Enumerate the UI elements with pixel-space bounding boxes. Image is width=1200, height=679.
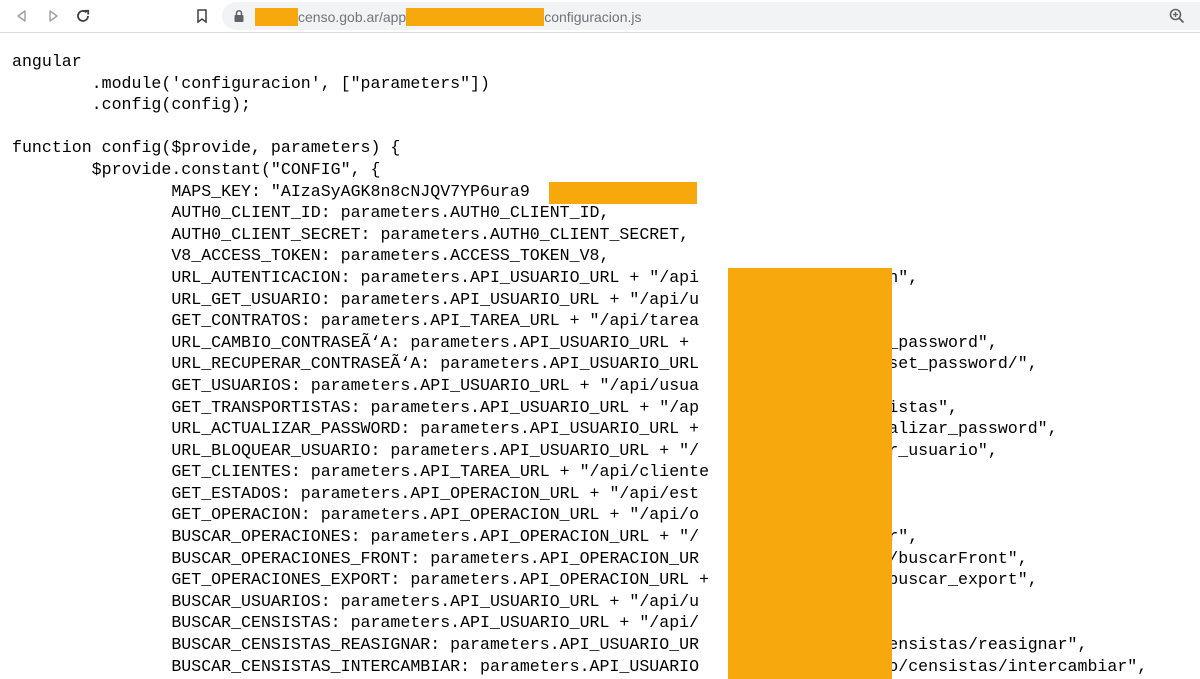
code-line: .module('configuracion', ["parameters"]) xyxy=(12,73,490,93)
url-redaction xyxy=(406,8,545,26)
reload-button[interactable] xyxy=(72,5,94,27)
code-line: V8_ACCESS_TOKEN: parameters.ACCESS_TOKEN… xyxy=(12,246,610,266)
code-line: $provide.constant("CONFIG", { xyxy=(12,159,381,179)
source-code: angular .module('configuracion', ["param… xyxy=(12,51,1192,677)
code-line: URL_CAMBIO_CONTRASEÃ‘A: parameters.API_U… xyxy=(12,332,998,352)
forward-button[interactable] xyxy=(42,5,64,27)
code-line: URL_ACTUALIZAR_PASSWORD: parameters.API_… xyxy=(12,419,1058,439)
code-line: URL_BLOQUEAR_USUARIO: parameters.API_USU… xyxy=(12,440,998,460)
redaction-block xyxy=(728,268,892,679)
code-line: GET_TRANSPORTISTAS: parameters.API_USUAR… xyxy=(12,397,958,417)
code-line: angular xyxy=(12,52,82,71)
code-line: GET_CONTRATOS: parameters.API_TAREA_URL … xyxy=(12,311,700,331)
code-line: BUSCAR_CENSISTAS_INTERCAMBIAR: parameter… xyxy=(12,656,1148,676)
arrow-right-icon xyxy=(49,10,58,22)
source-code-view[interactable]: angular .module('configuracion', ["param… xyxy=(12,51,1192,679)
code-line: BUSCAR_CENSISTAS: parameters.API_USUARIO… xyxy=(12,613,889,633)
url-domain: censo.gob.ar/app xyxy=(298,9,407,25)
code-line: BUSCAR_OPERACIONES_FRONT: parameters.API… xyxy=(12,548,1028,568)
code-line: BUSCAR_USUARIOS: parameters.API_USUARIO_… xyxy=(12,591,700,611)
bookmark-button[interactable] xyxy=(191,5,213,27)
code-line: URL_GET_USUARIO: parameters.API_USUARIO_… xyxy=(12,289,700,309)
code-line: BUSCAR_OPERACIONES: parameters.API_OPERA… xyxy=(12,527,919,547)
code-line: GET_USUARIOS: parameters.API_USUARIO_URL… xyxy=(12,375,700,395)
code-line: BUSCAR_CENSISTAS_REASIGNAR: parameters.A… xyxy=(12,635,1088,655)
bookmark-icon xyxy=(197,9,207,23)
lock-icon xyxy=(234,9,244,22)
url-text[interactable]: censo.gob.ar/app configuracion.js xyxy=(255,8,641,26)
back-button[interactable] xyxy=(11,5,33,27)
code-line: GET_CLIENTES: parameters.API_TAREA_URL +… xyxy=(12,462,710,482)
code-line: URL_AUTENTICACION: parameters.API_USUARI… xyxy=(12,267,919,287)
url-redaction xyxy=(255,8,298,26)
code-line: AUTH0_CLIENT_SECRET: parameters.AUTH0_CL… xyxy=(12,224,690,244)
browser-toolbar: censo.gob.ar/app configuracion.js xyxy=(0,0,1200,33)
code-line: function config($provide, parameters) { xyxy=(12,138,401,158)
url-file: configuracion.js xyxy=(544,9,642,25)
code-line: URL_RECUPERAR_CONTRASEÃ‘A: parameters.AP… xyxy=(12,354,1038,374)
code-line: AUTH0_CLIENT_ID: parameters.AUTH0_CLIENT… xyxy=(12,203,610,223)
code-line: GET_OPERACIONES_EXPORT: parameters.API_O… xyxy=(12,570,1038,590)
redaction-block xyxy=(549,182,697,204)
arrow-left-icon xyxy=(17,10,26,22)
address-bar[interactable]: censo.gob.ar/app configuracion.js xyxy=(222,2,1200,30)
zoom-in-icon[interactable] xyxy=(1168,7,1186,25)
reload-icon xyxy=(77,9,90,22)
code-line: GET_ESTADOS: parameters.API_OPERACION_UR… xyxy=(12,483,700,503)
code-line: .config(config); xyxy=(12,95,251,115)
code-line: GET_OPERACION: parameters.API_OPERACION_… xyxy=(12,505,700,525)
